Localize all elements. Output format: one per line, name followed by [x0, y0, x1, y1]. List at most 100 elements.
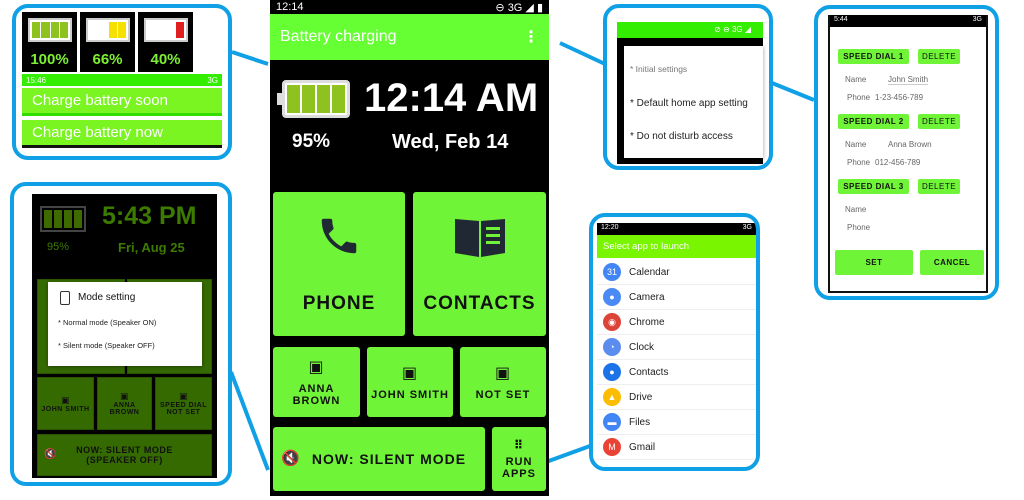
delete-2-button[interactable]: DELETE: [918, 114, 960, 129]
name-label: Name: [845, 205, 867, 214]
tile-label: RUN APPS: [502, 455, 536, 480]
status-bar: 5:44 3G: [830, 15, 986, 27]
status-time: 12:14: [276, 1, 304, 13]
app-list-item[interactable]: ◉ Chrome: [597, 310, 756, 335]
app-list-item[interactable]: 31 Calendar: [597, 260, 756, 285]
app-list-item[interactable]: ● Camera: [597, 285, 756, 310]
calendar-icon: 31: [603, 263, 621, 281]
app-name: Contacts: [629, 366, 669, 378]
phone-value[interactable]: 1-23-456-789: [875, 93, 923, 102]
tile-label: ANNA BROWN: [109, 402, 140, 416]
app-list-item[interactable]: ▬ Files: [597, 410, 756, 435]
overflow-menu-icon[interactable]: ⋮: [523, 27, 539, 47]
contact-card-icon: ▣: [308, 359, 325, 376]
speed-dial-2-tile[interactable]: ▣ ANNA BROWN: [97, 377, 152, 430]
tile-label: NOW: SILENT MODE: [311, 451, 467, 467]
phone-icon: [321, 218, 357, 254]
battery-percent: 100%: [30, 51, 69, 68]
speed-dial-2-button[interactable]: SPEED DIAL 2: [838, 114, 909, 129]
app-name: Gmail: [629, 441, 656, 453]
phone-label: Phone: [847, 223, 871, 232]
tile-label: NOW: SILENT MODE (SPEAKER OFF): [76, 445, 173, 465]
cancel-button[interactable]: CANCEL: [920, 250, 984, 275]
speed-dial-3-button[interactable]: SPEED DIAL 3: [838, 179, 909, 194]
delete-3-button[interactable]: DELETE: [918, 179, 960, 194]
tile-label: CONTACTS: [423, 293, 536, 314]
battery-icon: [40, 206, 86, 232]
clock: 5:43 PM: [102, 202, 197, 230]
battery-cell: [59, 22, 68, 38]
name-value[interactable]: Anna Brown: [888, 140, 932, 149]
app-bar: Battery charging ⋮: [270, 14, 549, 60]
app-name: Calendar: [629, 266, 670, 278]
run-apps-tile[interactable]: ⠿ RUN APPS: [492, 427, 546, 491]
status-bar: ⊘ ⊖ 3G ◢: [617, 22, 763, 38]
battery-percent: 95%: [292, 131, 331, 152]
app-launcher-callout: 12:20 3G Select app to launch 31 Calendar…: [589, 213, 760, 471]
clock: 12:14 AM: [364, 76, 539, 120]
app-grid-icon: ⠿: [513, 437, 525, 452]
clock-icon: ◔: [603, 338, 621, 356]
files-icon: ▬: [603, 413, 621, 431]
battery-cell: [99, 22, 108, 38]
phone-tile[interactable]: PHONE: [273, 192, 405, 336]
battery-cell: [32, 22, 41, 38]
settings-screen: ⊘ ⊖ 3G ◢ * Initial settings * Default ho…: [617, 22, 763, 164]
settings-menu-callout: ⊘ ⊖ 3G ◢ * Initial settings * Default ho…: [603, 4, 773, 170]
option-normal-mode[interactable]: * Normal mode (Speaker ON): [58, 318, 156, 327]
notice-charge-now[interactable]: Charge battery now: [22, 120, 222, 148]
app-launcher-screen: 12:20 3G Select app to launch 31 Calendar…: [597, 223, 756, 467]
status-time: 5:44: [834, 16, 848, 23]
speed-dial-callout: 5:44 3G SPEED DIAL 1 DELETE Name John Sm…: [814, 5, 999, 300]
speed-dial-2-tile[interactable]: ▣ JOHN SMITH: [367, 347, 453, 417]
status-icons: ⊖ 3G ◢ ▮: [495, 1, 543, 14]
phone-label: Phone: [847, 93, 871, 102]
battery-level-low: 40%: [138, 12, 193, 72]
status-bar: 15:46 3G: [22, 74, 222, 86]
status-bar: 12:14 ⊖ 3G ◢ ▮: [270, 0, 549, 14]
app-launcher-title-bar: Select app to launch: [597, 235, 756, 258]
battery-cell: [157, 22, 166, 38]
speed-dial-3-tile[interactable]: ▣ SPEED DIAL NOT SET: [155, 377, 212, 430]
notice-charge-soon[interactable]: Charge battery soon: [22, 88, 222, 116]
battery-cell: [117, 22, 126, 38]
date: Wed, Feb 14: [392, 131, 509, 153]
tile-label: JOHN SMITH: [371, 389, 449, 401]
tile-label: PHONE: [302, 293, 376, 314]
battery-cell: [41, 22, 50, 38]
mode-tile[interactable]: 🔇 NOW: SILENT MODE (SPEAKER OFF): [37, 434, 212, 476]
battery-cell: [108, 22, 117, 38]
notice-text: Charge battery now: [32, 124, 163, 141]
speed-dial-screen: 5:44 3G SPEED DIAL 1 DELETE Name John Sm…: [828, 15, 988, 293]
speed-dial-1-button[interactable]: SPEED DIAL 1: [838, 49, 909, 64]
main-phone-screen: 12:14 ⊖ 3G ◢ ▮ Battery charging ⋮ 12:14 …: [270, 0, 549, 496]
set-button[interactable]: SET: [835, 250, 913, 275]
battery-percent: 40%: [150, 51, 181, 68]
tile-label: NOT SET: [475, 389, 531, 401]
app-list-item[interactable]: ● Contacts: [597, 360, 756, 385]
app-list-item[interactable]: ▲ Drive: [597, 385, 756, 410]
speed-dial-1-tile[interactable]: ▣ JOHN SMITH: [37, 377, 94, 430]
delete-1-button[interactable]: DELETE: [918, 49, 960, 64]
contact-card-icon: ▣: [401, 365, 419, 382]
status-time: 15:46: [26, 75, 47, 85]
name-value[interactable]: John Smith: [888, 75, 929, 85]
app-list-item[interactable]: ◔ Clock: [597, 335, 756, 360]
speed-dial-1-tile[interactable]: ▣ ANNA BROWN: [273, 347, 360, 417]
option-silent-mode[interactable]: * Silent mode (Speaker OFF): [58, 341, 155, 350]
menu-item-initial-settings[interactable]: * Initial settings: [630, 64, 687, 74]
app-list-item[interactable]: M Gmail: [597, 435, 756, 460]
contacts-tile[interactable]: CONTACTS: [413, 192, 546, 336]
app-launcher-title: Select app to launch: [603, 241, 690, 252]
mode-setting-dialog: Mode setting * Normal mode (Speaker ON) …: [48, 282, 202, 366]
menu-item-default-home-app[interactable]: * Default home app setting: [630, 98, 748, 109]
battery-percent: 66%: [92, 51, 123, 68]
network-indicator: 3G: [507, 1, 523, 14]
speaker-mute-icon: 🔇: [44, 449, 57, 460]
tile-label: JOHN SMITH: [41, 405, 90, 413]
menu-item-do-not-disturb[interactable]: * Do not disturb access: [630, 131, 733, 142]
speed-dial-3-tile[interactable]: ▣ NOT SET: [460, 347, 546, 417]
phone-value[interactable]: 012-456-789: [875, 158, 920, 167]
app-name: Files: [629, 416, 651, 428]
mode-tile[interactable]: 🔇 NOW: SILENT MODE: [273, 427, 485, 491]
